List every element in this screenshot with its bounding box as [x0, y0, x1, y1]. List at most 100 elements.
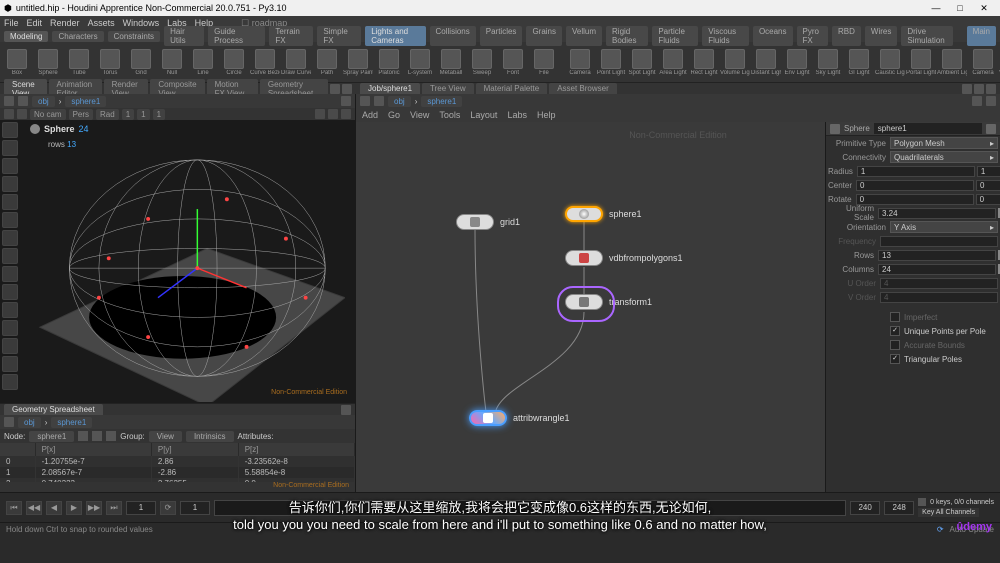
node-grid1[interactable]: grid1: [456, 214, 520, 230]
vp-rad[interactable]: Rad: [96, 109, 119, 120]
pane-opt-icon[interactable]: [342, 84, 352, 94]
param-select[interactable]: Quadrilaterals ▸: [890, 151, 998, 163]
vp-opt-icon[interactable]: [328, 109, 338, 119]
ss-node-select[interactable]: sphere1: [29, 431, 74, 442]
ss-intrinsics[interactable]: Intrinsics: [186, 431, 234, 442]
vp-side-icon[interactable]: [2, 302, 18, 318]
shelf-tool[interactable]: Caustic Light: [875, 49, 905, 76]
vp-cam[interactable]: No cam: [30, 109, 66, 120]
shelf-tab[interactable]: Grains: [526, 26, 562, 46]
play-fwd-button[interactable]: ▶: [66, 501, 82, 515]
shelf-tool[interactable]: Grid: [126, 49, 156, 76]
shelf-tool[interactable]: Line: [188, 49, 218, 76]
param-name[interactable]: sphere1: [874, 123, 982, 134]
frame-end[interactable]: 240: [850, 501, 880, 515]
shelf-tool[interactable]: Draw Curve: [281, 49, 311, 76]
checkbox[interactable]: [890, 312, 900, 322]
gear-icon[interactable]: [986, 124, 996, 134]
shelf-tab[interactable]: Simple FX: [317, 26, 361, 46]
shelf-tool[interactable]: L-system: [405, 49, 435, 76]
prim-icon[interactable]: [106, 431, 116, 441]
tab-network[interactable]: Job/sphere1: [360, 83, 420, 94]
vp-side-icon[interactable]: [2, 230, 18, 246]
home-icon[interactable]: [4, 417, 14, 427]
param-select[interactable]: Polygon Mesh ▸: [890, 137, 998, 149]
shelf-tab-main[interactable]: Main: [967, 26, 996, 46]
key-all-select[interactable]: Key All Channels: [918, 508, 979, 517]
param-input[interactable]: [856, 180, 974, 191]
vp-tool-icon[interactable]: [4, 109, 14, 119]
vp-num[interactable]: 1: [122, 109, 134, 120]
vp-tool-icon[interactable]: [17, 109, 27, 119]
shelf-tab[interactable]: Terrain FX: [269, 26, 313, 46]
network-editor[interactable]: Non-Commercial Edition Geometry grid1 sp…: [356, 122, 1000, 492]
vp-side-icon[interactable]: [2, 194, 18, 210]
path-obj[interactable]: obj: [18, 417, 41, 428]
shelf-tool[interactable]: Circle: [219, 49, 249, 76]
param-checkbox-row[interactable]: Triangular Poles: [826, 352, 1000, 366]
shelf-tool[interactable]: Spray Paint: [343, 49, 373, 76]
param-input[interactable]: [857, 166, 975, 177]
frame-current[interactable]: 1: [126, 501, 156, 515]
path-node[interactable]: sphere1: [65, 96, 106, 107]
shelf-tool[interactable]: Box: [2, 49, 32, 76]
path-obj[interactable]: obj: [32, 96, 55, 107]
shelf-tab[interactable]: Drive Simulation: [901, 26, 952, 46]
pin-icon[interactable]: [972, 96, 982, 106]
frame-end2[interactable]: 248: [884, 501, 914, 515]
shelf-tab[interactable]: Vellum: [566, 26, 602, 46]
shelf-tab[interactable]: Collisions: [430, 26, 476, 46]
play-end-button[interactable]: ⏭: [106, 501, 122, 515]
shelf-tool[interactable]: GI Light: [844, 49, 874, 76]
checkbox[interactable]: [890, 340, 900, 350]
menu-assets[interactable]: Assets: [88, 18, 115, 28]
shelf-tool[interactable]: Sphere: [33, 49, 63, 76]
shelf-tool[interactable]: Env Light: [782, 49, 812, 76]
shelf-tool[interactable]: Camera: [565, 49, 595, 76]
menu-edit[interactable]: Edit: [27, 18, 43, 28]
vp-opt-icon[interactable]: [341, 109, 351, 119]
close-button[interactable]: ✕: [972, 3, 996, 14]
param-checkbox-row[interactable]: Imperfect: [826, 310, 1000, 324]
node-attribwrangle1[interactable]: attribwrangle1: [469, 410, 570, 426]
net-menu-add[interactable]: Add: [362, 110, 378, 120]
shelf-tool[interactable]: Curve Bezier: [250, 49, 280, 76]
param-input[interactable]: [976, 180, 1000, 191]
vertex-icon[interactable]: [92, 431, 102, 441]
vp-persp[interactable]: Pers: [69, 109, 93, 120]
back-icon[interactable]: [18, 96, 28, 106]
path-node[interactable]: sphere1: [51, 417, 92, 428]
vp-side-icon[interactable]: [2, 338, 18, 354]
checkbox[interactable]: [890, 326, 900, 336]
vp-side-icon[interactable]: [2, 122, 18, 138]
shelf-tool[interactable]: Null: [157, 49, 187, 76]
home-icon[interactable]: [360, 96, 370, 106]
vp-side-icon[interactable]: [2, 212, 18, 228]
shelf-tab[interactable]: RBD: [832, 26, 861, 46]
play-start-button[interactable]: ⏮: [6, 501, 22, 515]
param-input[interactable]: [976, 194, 1000, 205]
net-menu-view[interactable]: View: [410, 110, 429, 120]
shelf-tool[interactable]: Tube: [64, 49, 94, 76]
home-icon[interactable]: [4, 96, 14, 106]
shelf-tool[interactable]: Spot Light: [627, 49, 657, 76]
path-node[interactable]: sphere1: [421, 96, 462, 107]
opt-icon[interactable]: [986, 96, 996, 106]
shelf-tool[interactable]: Path: [312, 49, 342, 76]
vp-side-icon[interactable]: [2, 356, 18, 372]
minimize-button[interactable]: —: [924, 3, 948, 13]
shelf-tool[interactable]: Point Light: [596, 49, 626, 76]
shelf-tool[interactable]: Ambient Light: [937, 49, 967, 76]
param-input[interactable]: [878, 208, 996, 219]
shelf-tab[interactable]: Hair Utils: [164, 26, 204, 46]
shelf-tool[interactable]: Metaball: [436, 49, 466, 76]
ss-view[interactable]: View: [149, 431, 182, 442]
vp-side-icon[interactable]: [2, 158, 18, 174]
shelf-tab[interactable]: Rigid Bodies: [606, 26, 648, 46]
param-checkbox-row[interactable]: Accurate Bounds: [826, 338, 1000, 352]
key-icon[interactable]: [918, 498, 926, 506]
shelf-tool[interactable]: Font: [498, 49, 528, 76]
param-input[interactable]: [856, 194, 974, 205]
menu-render[interactable]: Render: [50, 18, 80, 28]
menu-file[interactable]: File: [4, 18, 19, 28]
